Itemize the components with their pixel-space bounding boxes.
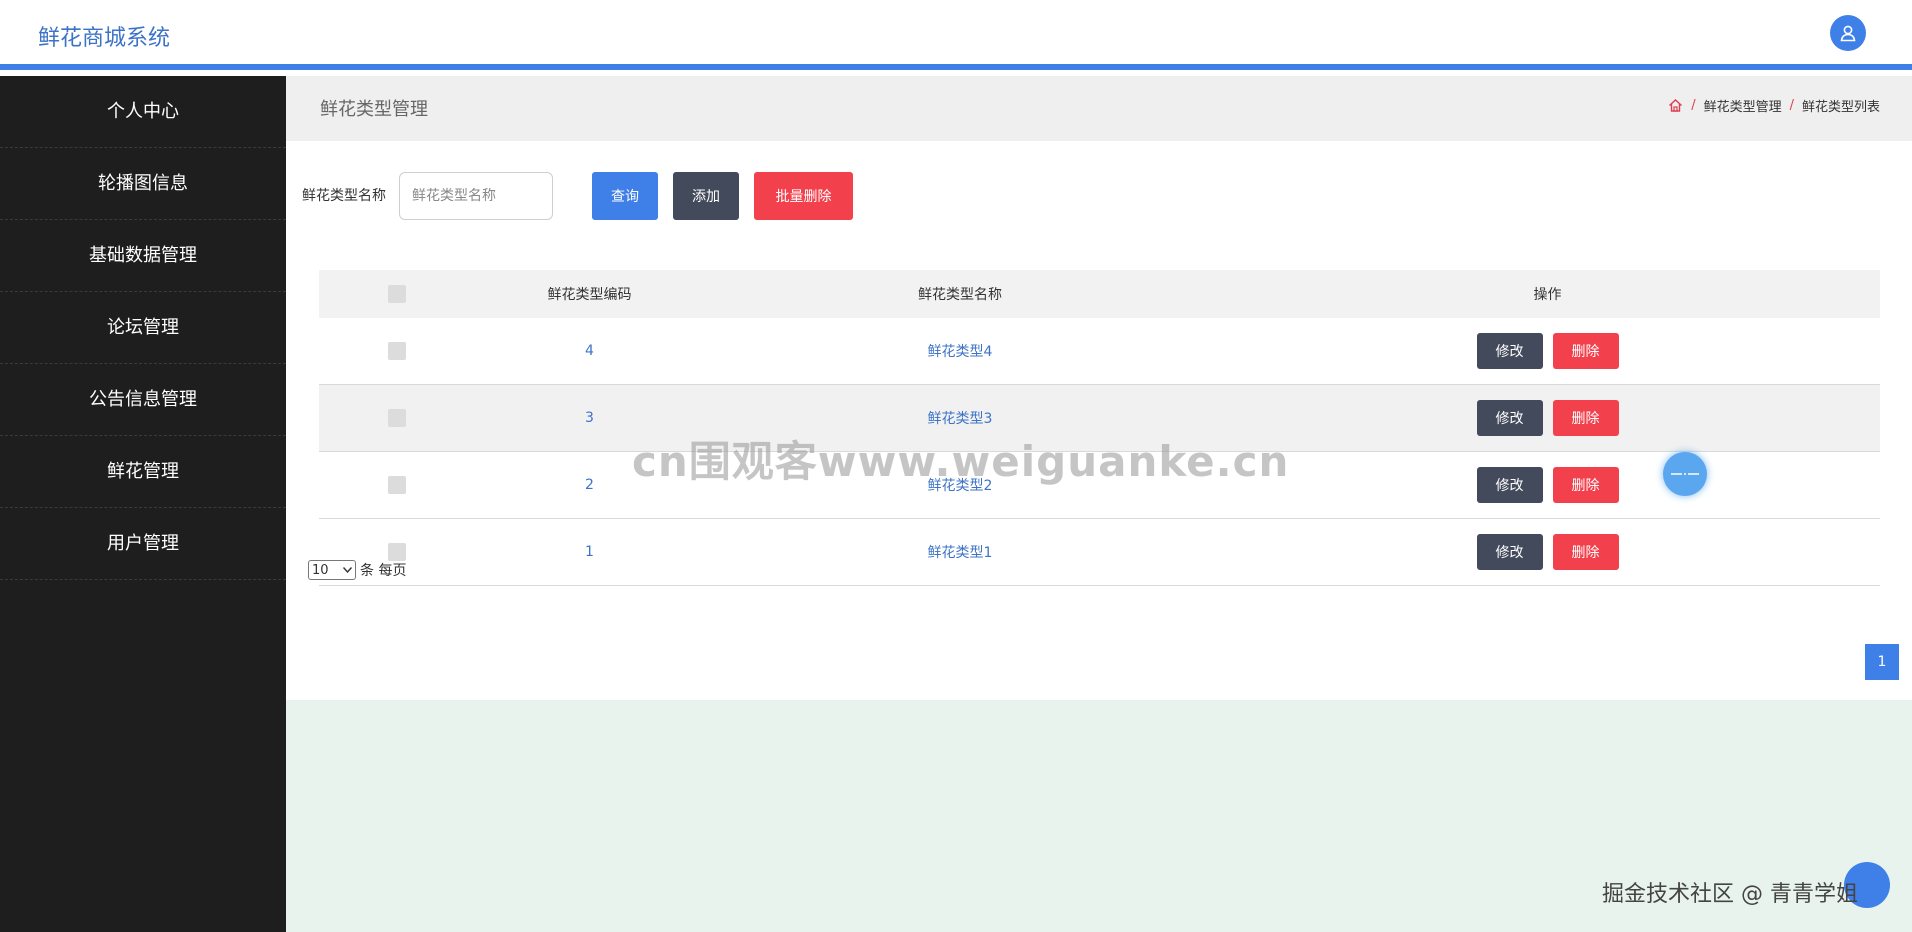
delete-button[interactable]: 删除 [1552, 333, 1619, 369]
breadcrumb-item-type-list: 鲜花类型列表 [1801, 100, 1880, 115]
edit-button[interactable]: 修改 [1476, 333, 1543, 369]
row-checkbox[interactable] [387, 409, 406, 427]
row-name[interactable]: 鲜花类型4 [705, 341, 1215, 361]
watermark-text: cn围观客www.weiguanke.cn [632, 437, 1290, 486]
query-button[interactable]: 查询 [592, 172, 658, 220]
page-size-control: 10 条 每页 [308, 560, 406, 580]
chevron-down-icon [343, 567, 352, 573]
app-title: 鲜花商城系统 [38, 26, 171, 51]
type-name-search-input[interactable] [399, 172, 553, 220]
breadcrumb-item-type-management[interactable]: 鲜花类型管理 [1704, 96, 1782, 115]
row-checkbox[interactable] [387, 342, 406, 360]
table-row: 1 鲜花类型1 修改 删除 [319, 519, 1880, 586]
sidebar-item-carousel[interactable]: 轮播图信息 [0, 148, 286, 220]
row-code[interactable]: 3 [474, 410, 705, 426]
delete-button[interactable]: 删除 [1552, 400, 1619, 436]
sidebar-item-flowers[interactable]: 鲜花管理 [0, 436, 286, 508]
page-size-value: 10 [312, 562, 329, 578]
column-header-name: 鲜花类型名称 [918, 287, 1002, 303]
edit-button[interactable]: 修改 [1476, 400, 1543, 436]
top-bar: 鲜花商城系统 [0, 0, 1912, 70]
row-name[interactable]: 鲜花类型3 [705, 408, 1215, 428]
filter-label: 鲜花类型名称 [302, 188, 386, 204]
row-name[interactable]: 鲜花类型1 [705, 542, 1215, 562]
user-icon [1840, 25, 1856, 42]
bulk-delete-button[interactable]: 批量删除 [754, 172, 853, 220]
sidebar-item-forum[interactable]: 论坛管理 [0, 292, 286, 364]
page-size-suffix: 条 每页 [360, 563, 407, 579]
page-size-select[interactable]: 10 [308, 560, 356, 580]
column-header-code: 鲜花类型编码 [547, 287, 632, 303]
edit-button[interactable]: 修改 [1476, 467, 1543, 503]
breadcrumb-separator: / [1691, 98, 1696, 113]
column-header-actions: 操作 [1533, 287, 1562, 303]
breadcrumb: / 鲜花类型管理 / 鲜花类型列表 [1668, 96, 1880, 115]
table-header: 鲜花类型编码 鲜花类型名称 操作 [319, 270, 1880, 318]
content-panel: 鲜花类型名称 查询 添加 批量删除 鲜花类型编码 鲜花类型名称 操作 4 鲜花类… [286, 141, 1912, 700]
row-code[interactable]: 4 [474, 343, 705, 359]
floating-action-button[interactable] [1663, 452, 1707, 496]
page-title: 鲜花类型管理 [320, 99, 428, 120]
sidebar-item-personal-center[interactable]: 个人中心 [0, 76, 286, 148]
dash-icon [1671, 473, 1699, 475]
sidebar-item-announcements[interactable]: 公告信息管理 [0, 364, 286, 436]
sidebar-item-users[interactable]: 用户管理 [0, 508, 286, 580]
breadcrumb-separator: / [1789, 98, 1794, 113]
table-row: 4 鲜花类型4 修改 删除 [319, 318, 1880, 385]
select-all-checkbox[interactable] [387, 285, 406, 303]
edit-button[interactable]: 修改 [1476, 534, 1543, 570]
row-code[interactable]: 1 [474, 544, 705, 560]
sidebar-item-basic-data[interactable]: 基础数据管理 [0, 220, 286, 292]
user-avatar[interactable] [1830, 15, 1866, 51]
delete-button[interactable]: 删除 [1552, 467, 1619, 503]
sidebar: 个人中心 轮播图信息 基础数据管理 论坛管理 公告信息管理 鲜花管理 用户管理 [0, 76, 286, 932]
credit-watermark: 掘金技术社区 @ 青青学姐 [1602, 882, 1858, 907]
delete-button[interactable]: 删除 [1552, 534, 1619, 570]
main-area: 鲜花类型管理 / 鲜花类型管理 / 鲜花类型列表 鲜花类型名称 查询 添加 批量… [286, 76, 1912, 932]
page-header: 鲜花类型管理 / 鲜花类型管理 / 鲜花类型列表 [286, 76, 1912, 141]
row-checkbox[interactable] [387, 476, 406, 494]
home-icon[interactable] [1668, 98, 1683, 113]
add-button[interactable]: 添加 [673, 172, 739, 220]
page-number-button[interactable]: 1 [1865, 644, 1899, 680]
row-checkbox[interactable] [387, 543, 406, 561]
